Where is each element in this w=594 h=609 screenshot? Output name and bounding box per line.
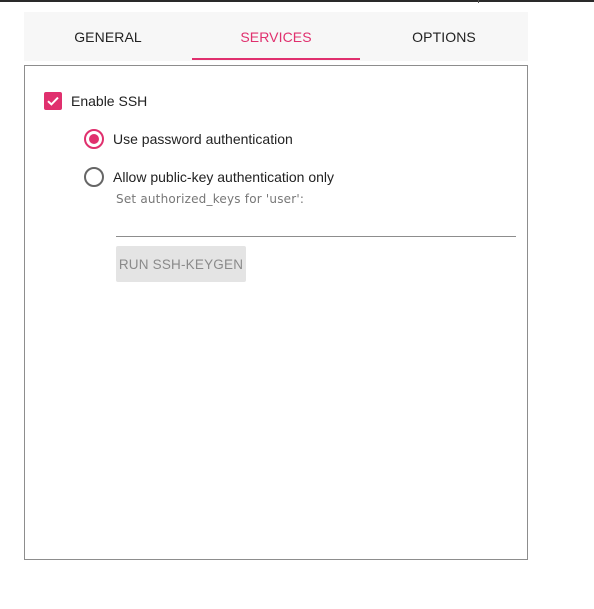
authorized-keys-input[interactable]: [116, 214, 516, 237]
enable-ssh-label: Enable SSH: [71, 93, 148, 109]
tab-options[interactable]: OPTIONS: [360, 12, 528, 61]
public-key-auth-label: Allow public-key authentication only: [113, 169, 335, 185]
authorized-keys-label: Set authorized_keys for 'user':: [116, 192, 305, 206]
enable-ssh-checkbox-row[interactable]: Enable SSH: [44, 92, 147, 110]
window-top-edge: [0, 0, 594, 2]
radio-unselected-icon[interactable]: [84, 167, 104, 187]
run-ssh-keygen-button[interactable]: RUN SSH-KEYGEN: [116, 246, 246, 282]
tab-services-label: SERVICES: [240, 28, 312, 45]
radio-dot: [89, 134, 99, 144]
tab-services[interactable]: SERVICES: [192, 12, 360, 61]
check-icon: [47, 96, 59, 106]
public-key-auth-option[interactable]: Allow public-key authentication only: [84, 167, 334, 187]
password-auth-label: Use password authentication: [113, 131, 293, 147]
password-auth-option[interactable]: Use password authentication: [84, 129, 293, 149]
tab-bar: GENERAL SERVICES OPTIONS: [24, 12, 528, 61]
tab-general-label: GENERAL: [74, 28, 142, 45]
enable-ssh-checkbox[interactable]: [44, 92, 62, 110]
tab-options-label: OPTIONS: [412, 28, 476, 45]
services-panel: Enable SSH Use password authentication A…: [24, 65, 528, 560]
window-top-edge-notch: [478, 0, 479, 3]
tab-general[interactable]: GENERAL: [24, 12, 192, 61]
radio-selected-icon[interactable]: [84, 129, 104, 149]
